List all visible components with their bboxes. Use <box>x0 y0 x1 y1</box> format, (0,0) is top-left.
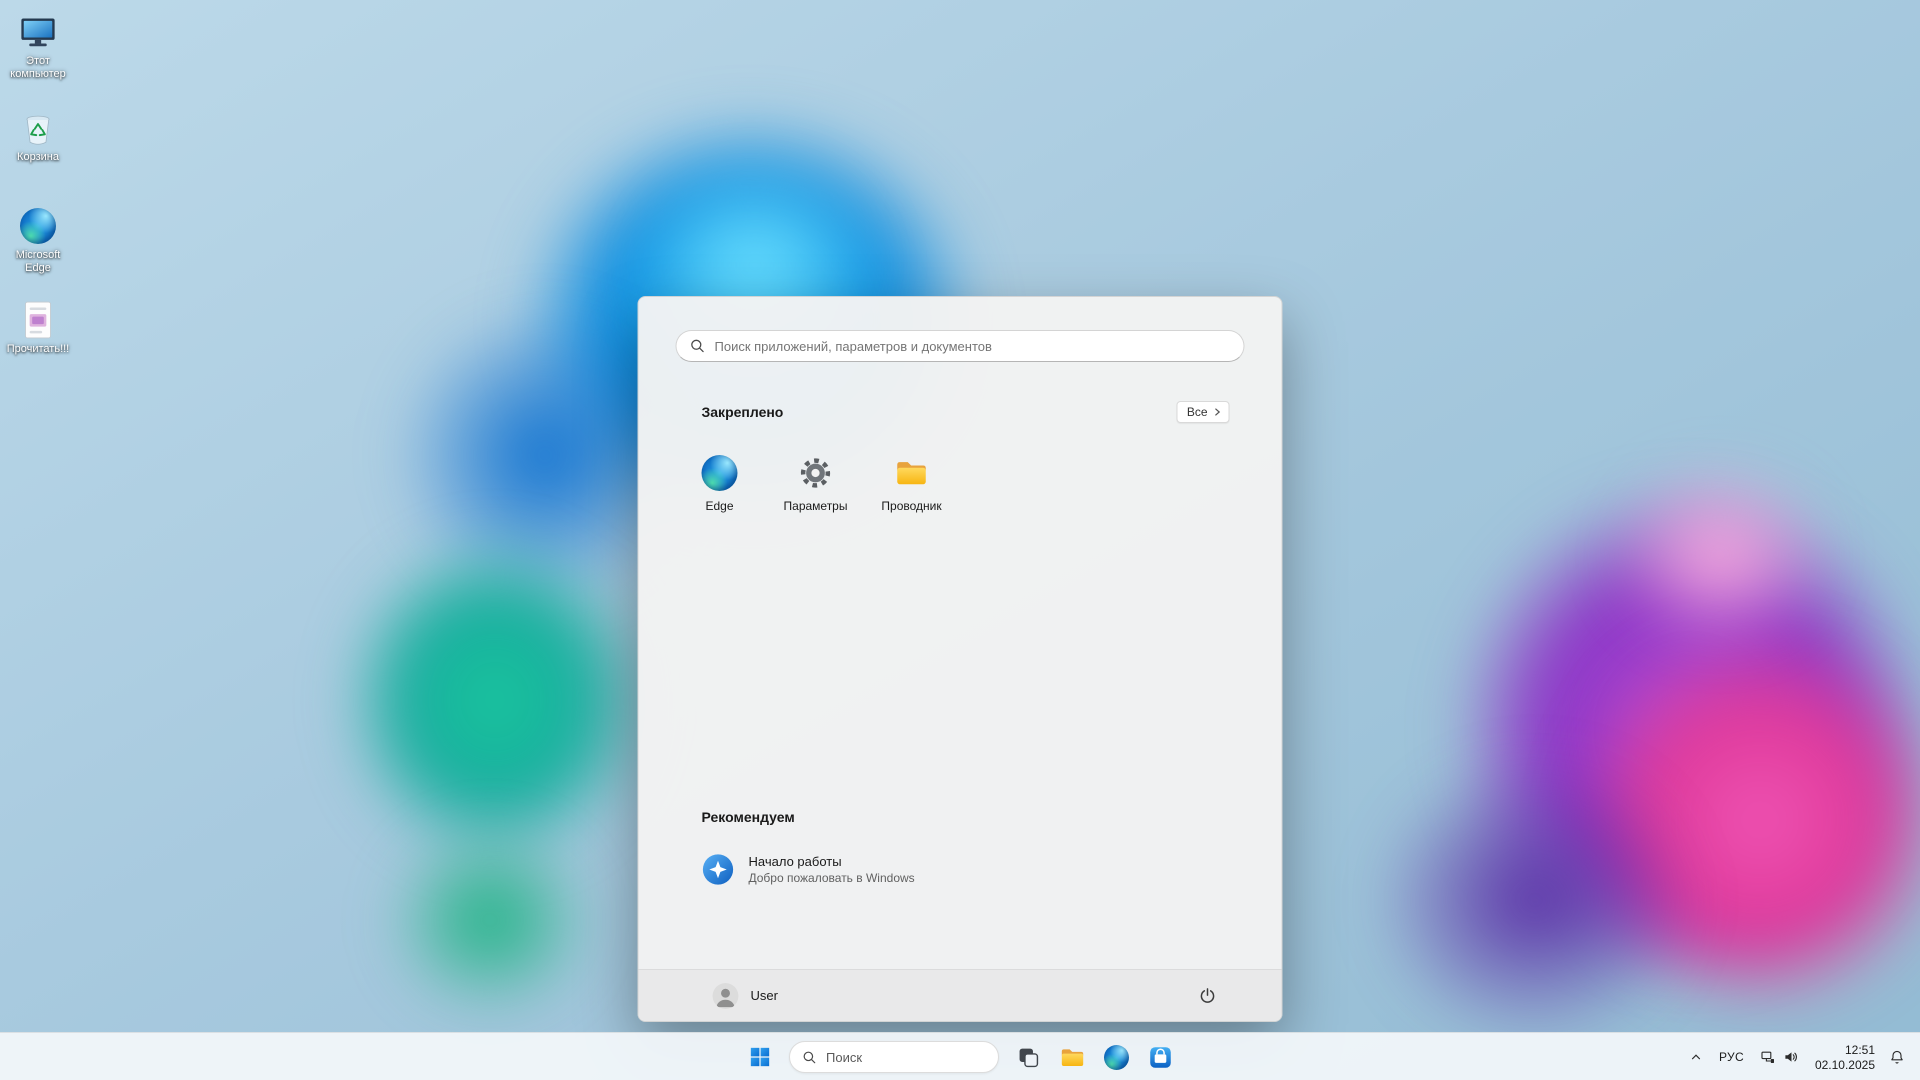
folder-icon <box>1059 1044 1086 1071</box>
recycle-bin-icon <box>18 108 58 148</box>
power-button[interactable] <box>1190 978 1226 1014</box>
pinned-app-label: Параметры <box>784 499 848 513</box>
user-profile-button[interactable]: User <box>705 979 786 1013</box>
wallpaper-bloom <box>1310 700 1760 1080</box>
edge-icon <box>1104 1045 1129 1070</box>
pinned-all-label: Все <box>1187 405 1208 419</box>
desktop-icon-this-pc[interactable]: Этот компьютер <box>2 12 74 81</box>
power-icon <box>1198 986 1218 1006</box>
user-name-label: User <box>751 988 778 1003</box>
start-menu: Закреплено Все Edge Параметры <box>638 296 1283 1022</box>
user-avatar <box>713 983 739 1009</box>
network-icon <box>1760 1049 1776 1065</box>
recommended-item-subtitle: Добро пожаловать в Windows <box>749 871 915 885</box>
recommended-item-get-started[interactable]: Начало работы Добро пожаловать в Windows <box>689 845 1079 894</box>
taskbar-search-placeholder: Поиск <box>826 1050 862 1065</box>
pinned-app-label: Проводник <box>881 499 941 513</box>
taskbar-store-button[interactable] <box>1140 1037 1180 1077</box>
folder-icon <box>894 455 930 491</box>
this-pc-icon <box>18 12 58 52</box>
taskbar-file-explorer-button[interactable] <box>1052 1037 1092 1077</box>
gear-icon <box>798 455 834 491</box>
desktop-icon-readme[interactable]: Прочитать!!! <box>2 300 74 356</box>
pinned-app-explorer[interactable]: Проводник <box>864 445 960 523</box>
windows-logo-icon <box>749 1046 771 1068</box>
start-menu-footer: User <box>639 969 1282 1021</box>
hidden-icons-button[interactable] <box>1682 1037 1710 1077</box>
bell-icon <box>1889 1049 1905 1065</box>
desktop-icon-label: Microsoft Edge <box>2 249 74 275</box>
edge-icon <box>702 455 738 491</box>
volume-icon <box>1783 1049 1799 1065</box>
start-button[interactable] <box>740 1037 780 1077</box>
chevron-up-icon <box>1689 1050 1703 1064</box>
desktop-icon-recycle-bin[interactable]: Корзина <box>2 108 74 164</box>
desktop-icon-label: Корзина <box>17 151 59 164</box>
pinned-apps-grid: Edge Параметры Проводник <box>672 445 960 523</box>
taskbar-search-box[interactable]: Поиск <box>789 1041 999 1073</box>
pinned-app-edge[interactable]: Edge <box>672 445 768 523</box>
taskbar-edge-button[interactable] <box>1096 1037 1136 1077</box>
wallpaper-bloom <box>1560 420 1880 690</box>
pinned-app-label: Edge <box>705 499 733 513</box>
desktop-icon-label: Этот компьютер <box>2 55 74 81</box>
language-label: РУС <box>1719 1050 1744 1064</box>
notification-center-button[interactable] <box>1884 1037 1910 1077</box>
pinned-app-settings[interactable]: Параметры <box>768 445 864 523</box>
get-started-icon <box>702 853 735 886</box>
clock[interactable]: 12:51 02.10.2025 <box>1808 1037 1882 1077</box>
language-indicator[interactable]: РУС <box>1712 1037 1751 1077</box>
tray-time: 12:51 <box>1845 1043 1875 1057</box>
edge-icon <box>18 206 58 246</box>
desktop-icon-label: Прочитать!!! <box>7 343 70 356</box>
wallpaper-bloom <box>340 780 640 1060</box>
search-icon <box>690 338 706 354</box>
start-menu-search-box[interactable] <box>676 330 1245 362</box>
recommended-item-title: Начало работы <box>749 854 915 869</box>
tray-date: 02.10.2025 <box>1815 1058 1875 1072</box>
recommended-section-header: Рекомендуем <box>702 809 795 825</box>
taskbar: Поиск <box>0 1032 1920 1080</box>
readme-file-icon <box>18 300 58 340</box>
chevron-right-icon <box>1213 407 1223 417</box>
task-view-icon <box>1016 1045 1041 1070</box>
pinned-all-button[interactable]: Все <box>1177 401 1230 423</box>
search-icon <box>802 1050 817 1065</box>
store-icon <box>1148 1045 1173 1070</box>
pinned-section-header: Закреплено <box>702 404 784 420</box>
start-menu-search-input[interactable] <box>715 339 1231 354</box>
network-volume-button[interactable] <box>1753 1037 1806 1077</box>
task-view-button[interactable] <box>1008 1037 1048 1077</box>
desktop-icon-microsoft-edge[interactable]: Microsoft Edge <box>2 206 74 275</box>
